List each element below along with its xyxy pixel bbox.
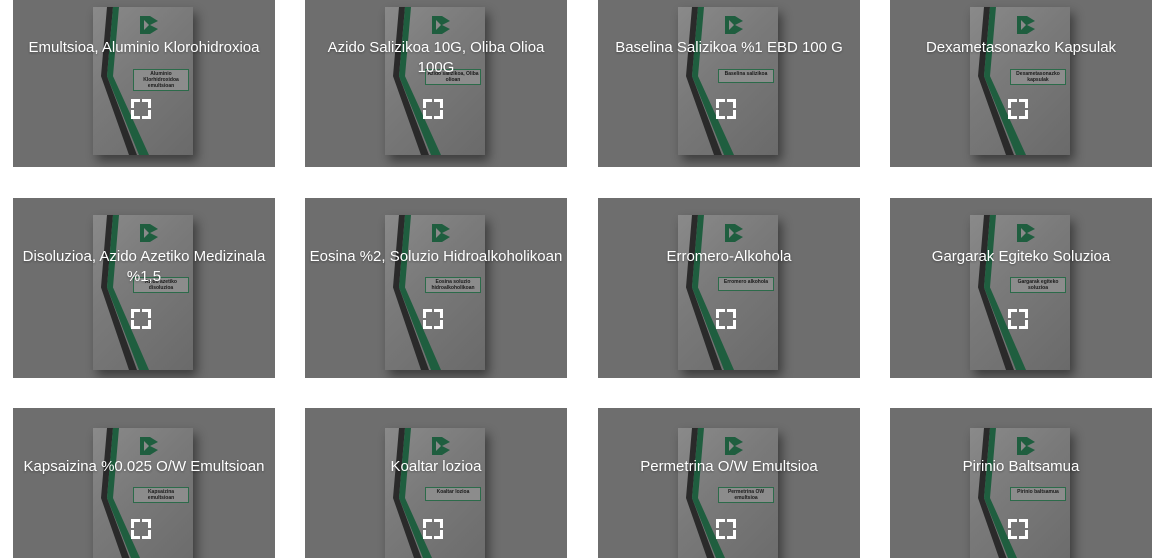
card-title: Disoluzioa, Azido Azetiko Medizinala %1,…	[22, 248, 266, 285]
expand-icon[interactable]	[423, 519, 443, 539]
card-title: Kapsaizina %0.025 O/W Emultsioan	[23, 458, 265, 475]
brand-logo-icon	[140, 224, 158, 242]
booklet-label: Koaltar lozioa	[425, 487, 481, 501]
booklet-label: Pirinio baltsamua	[1010, 487, 1066, 501]
gallery-card[interactable]: Pirinio baltsamua Pirinio Baltsamua	[890, 408, 1152, 558]
expand-icon[interactable]	[1008, 99, 1028, 119]
booklet-label: Eosina soluzio hidroalkoholikoan	[425, 277, 481, 293]
booklet-cover-image: Eosina soluzio hidroalkoholikoan	[385, 215, 485, 370]
expand-icon[interactable]	[131, 99, 151, 119]
card-title: Azido Salizikoa 10G, Oliba Olioa 100G	[327, 39, 545, 76]
brand-logo-icon	[432, 224, 450, 242]
booklet-cover-image: Gargarak egiteko soluzioa	[970, 215, 1070, 370]
booklet-label: Baselina salizikoa	[718, 69, 774, 83]
brand-logo-icon	[140, 16, 158, 34]
gallery-card[interactable]: Azido azetiko disoluzioa Disoluzioa, Azi…	[13, 198, 275, 378]
expand-icon[interactable]	[131, 309, 151, 329]
booklet-label: Erromero alkohola	[718, 277, 774, 291]
booklet-label: Kapsaizina emultsioan	[133, 487, 189, 503]
card-title: Eosina %2, Soluzio Hidroalkoholikoan	[309, 248, 563, 265]
brand-logo-icon	[725, 16, 743, 34]
brand-logo-icon	[1017, 16, 1035, 34]
brand-logo-icon	[1017, 437, 1035, 455]
booklet-cover-image: Baselina salizikoa	[678, 7, 778, 155]
gallery-card[interactable]: Koaltar lozioa Koaltar lozioa	[305, 408, 567, 558]
card-title: Dexametasonazko Kapsulak	[925, 39, 1117, 56]
card-title: Koaltar lozioa	[390, 458, 482, 475]
gallery-card[interactable]: Azido salizikoa, Oliba olioan Azido Sali…	[305, 0, 567, 167]
booklet-cover-image: Aluminio Klorhidroxidoa emultsioan	[93, 7, 193, 155]
expand-icon[interactable]	[1008, 519, 1028, 539]
booklet-label: Gargarak egiteko soluzioa	[1010, 277, 1066, 293]
card-title: Pirinio Baltsamua	[962, 458, 1080, 475]
gallery-card[interactable]: Dexametasonazko kapsulak Dexametasonazko…	[890, 0, 1152, 167]
expand-icon[interactable]	[423, 309, 443, 329]
brand-logo-icon	[140, 437, 158, 455]
booklet-label: Dexametasonazko kapsulak	[1010, 69, 1066, 85]
card-title: Permetrina O/W Emultsioa	[640, 458, 818, 475]
booklet-cover-image: Erromero alkohola	[678, 215, 778, 370]
gallery-card[interactable]: Baselina salizikoa Baselina Salizikoa %1…	[598, 0, 860, 167]
card-title: Erromero-Alkohola	[666, 248, 792, 265]
brand-logo-icon	[432, 437, 450, 455]
brand-logo-icon	[432, 16, 450, 34]
card-title: Baselina Salizikoa %1 EBD 100 G	[615, 39, 843, 56]
brand-logo-icon	[725, 437, 743, 455]
brand-logo-icon	[725, 224, 743, 242]
booklet-label: Aluminio Klorhidroxidoa emultsioan	[133, 69, 189, 91]
product-gallery-grid: Aluminio Klorhidroxidoa emultsioan Emult…	[13, 0, 1152, 558]
card-title: Gargarak Egiteko Soluzioa	[931, 248, 1111, 265]
gallery-card[interactable]: Aluminio Klorhidroxidoa emultsioan Emult…	[13, 0, 275, 167]
booklet-cover-image: Azido salizikoa, Oliba olioan	[385, 7, 485, 155]
booklet-cover-image: Azido azetiko disoluzioa	[93, 215, 193, 370]
gallery-card[interactable]: Kapsaizina emultsioan Kapsaizina %0.025 …	[13, 408, 275, 558]
expand-icon[interactable]	[716, 519, 736, 539]
gallery-card[interactable]: Erromero alkohola Erromero-Alkohola	[598, 198, 860, 378]
expand-icon[interactable]	[423, 99, 443, 119]
expand-icon[interactable]	[716, 99, 736, 119]
booklet-label: Permetrina OW emultsioa	[718, 487, 774, 503]
booklet-cover-image: Dexametasonazko kapsulak	[970, 7, 1070, 155]
expand-icon[interactable]	[716, 309, 736, 329]
card-title: Emultsioa, Aluminio Klorohidroxioa	[28, 39, 260, 56]
expand-icon[interactable]	[131, 519, 151, 539]
expand-icon[interactable]	[1008, 309, 1028, 329]
gallery-card[interactable]: Eosina soluzio hidroalkoholikoan Eosina …	[305, 198, 567, 378]
gallery-card[interactable]: Gargarak egiteko soluzioa Gargarak Egite…	[890, 198, 1152, 378]
brand-logo-icon	[1017, 224, 1035, 242]
gallery-card[interactable]: Permetrina OW emultsioa Permetrina O/W E…	[598, 408, 860, 558]
